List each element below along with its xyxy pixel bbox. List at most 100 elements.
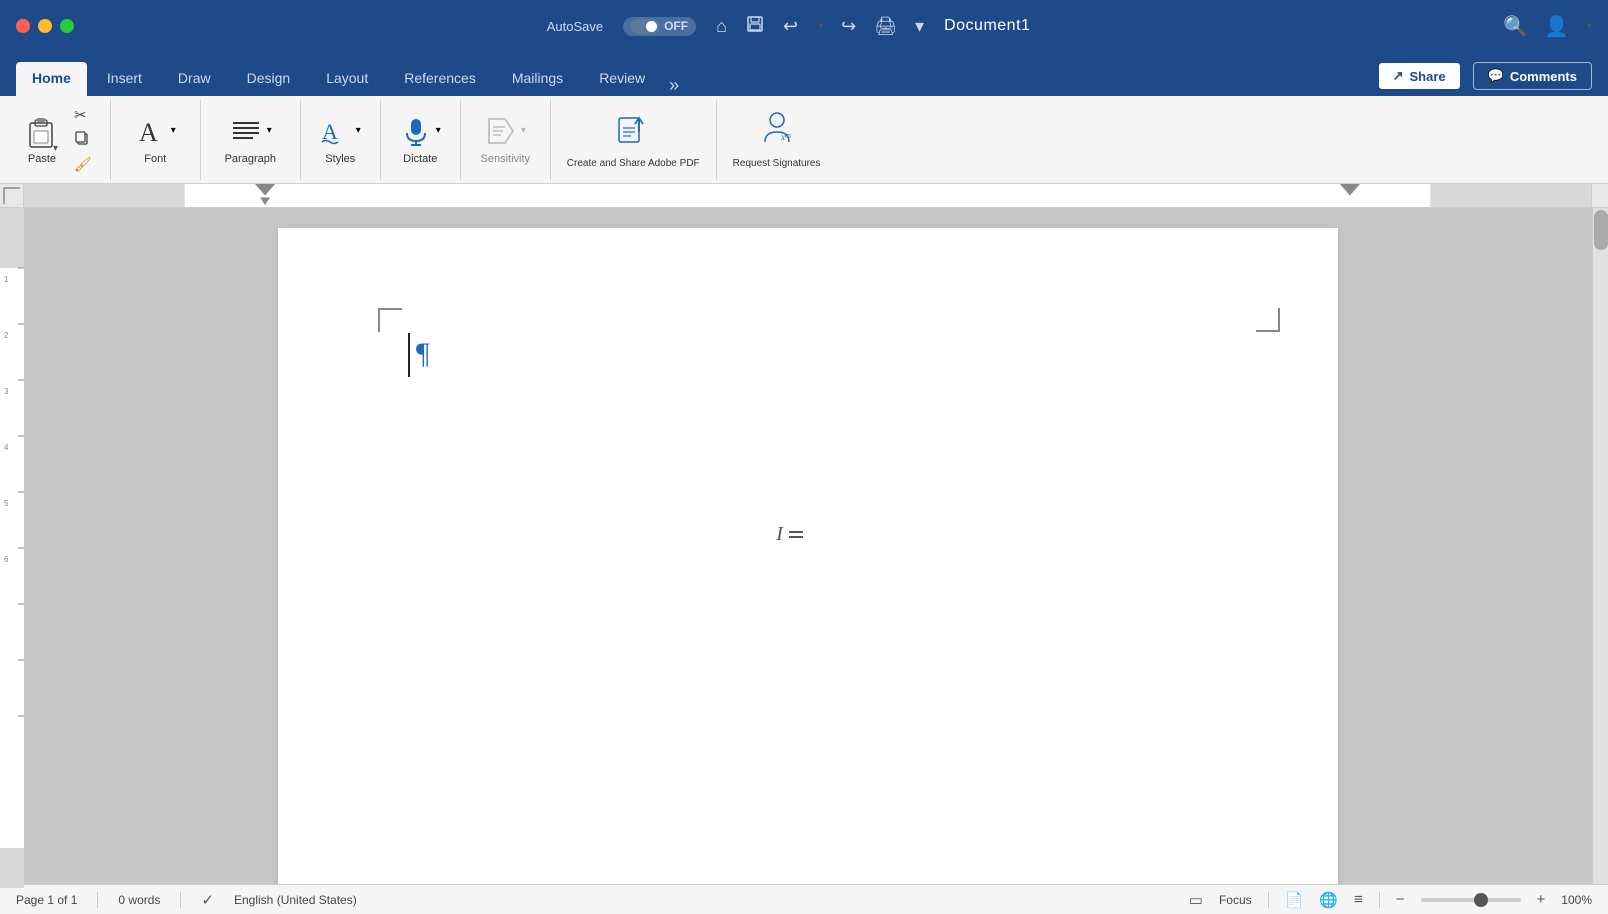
cursor-line bbox=[408, 333, 410, 377]
styles-dropdown-arrow[interactable]: ▾ bbox=[356, 125, 361, 136]
page-count: Page 1 of 1 bbox=[16, 893, 77, 907]
vertical-scrollbar[interactable] bbox=[1592, 208, 1608, 884]
svg-text:1: 1 bbox=[4, 275, 9, 284]
margin-marker-tl bbox=[378, 308, 402, 332]
ruler-horizontal bbox=[24, 184, 1592, 207]
account-dropdown-icon[interactable]: ▾ bbox=[1587, 21, 1592, 32]
status-divider-3 bbox=[1268, 892, 1269, 908]
tab-mailings[interactable]: Mailings bbox=[496, 62, 579, 96]
status-divider-4 bbox=[1379, 892, 1380, 908]
web-layout-icon[interactable]: 🌐 bbox=[1319, 891, 1338, 909]
svg-text:4: 4 bbox=[4, 443, 9, 452]
zoom-percent[interactable]: 100% bbox=[1561, 893, 1592, 907]
pilcrow-symbol: ¶ bbox=[416, 337, 430, 371]
word-count: 0 words bbox=[118, 893, 160, 907]
i-cursor-icon: I bbox=[776, 523, 783, 546]
adobe-group: Create and Share Adobe PDF bbox=[551, 100, 717, 180]
document-page[interactable]: ¶ I bbox=[278, 228, 1338, 884]
copy-icon[interactable] bbox=[72, 128, 94, 152]
svg-text:▾: ▾ bbox=[53, 143, 58, 151]
tab-review[interactable]: Review bbox=[583, 62, 661, 96]
paste-icon: ▾ bbox=[24, 115, 60, 151]
ruler-svg bbox=[24, 184, 1591, 207]
print-layout-icon[interactable]: 📄 bbox=[1285, 891, 1304, 909]
focus-mode-icon[interactable]: ▭ bbox=[1189, 891, 1203, 909]
paragraph-button[interactable]: ▾ bbox=[229, 115, 272, 147]
title-bar: AutoSave OFF ⌂ ↩ ▾ ↪ 🖨 bbox=[0, 0, 1608, 52]
svg-text:m: m bbox=[785, 133, 791, 140]
tab-references[interactable]: References bbox=[388, 62, 492, 96]
font-button[interactable]: A ▾ bbox=[135, 115, 176, 147]
undo-dropdown-icon[interactable]: ▾ bbox=[818, 21, 823, 32]
save-icon[interactable] bbox=[745, 14, 765, 39]
cut-icon[interactable]: ✂ bbox=[72, 104, 94, 126]
ribbon-nav-right: ↗ Share 💬 Comments bbox=[1378, 62, 1592, 96]
account-icon[interactable]: 👤 bbox=[1544, 14, 1569, 39]
tab-design[interactable]: Design bbox=[231, 62, 307, 96]
font-group: A ▾ Font bbox=[111, 100, 201, 180]
outline-icon[interactable]: ≡ bbox=[1354, 891, 1363, 908]
close-button[interactable] bbox=[16, 19, 30, 33]
styles-label: Styles bbox=[325, 153, 355, 165]
customize-icon[interactable]: ▾ bbox=[915, 16, 924, 37]
zoom-in-icon[interactable]: + bbox=[1537, 891, 1546, 908]
share-button[interactable]: ↗ Share bbox=[1378, 62, 1461, 90]
ribbon-toolbar: ▾ Paste ✂ 🖌 A ▾ Font bbox=[0, 96, 1608, 184]
home-icon[interactable]: ⌂ bbox=[716, 16, 727, 37]
request-signatures-icon: x m bbox=[757, 110, 797, 146]
styles-icon: A bbox=[320, 115, 352, 147]
content-area: 1 2 3 4 5 6 ¶ I bbox=[0, 208, 1608, 884]
paste-label: Paste bbox=[28, 153, 56, 165]
tab-home[interactable]: Home bbox=[16, 62, 87, 96]
print-icon[interactable]: 🖨 bbox=[874, 16, 897, 37]
title-bar-icons: ⌂ ↩ ▾ ↪ 🖨 ▾ bbox=[716, 14, 924, 39]
dictate-button[interactable]: ▾ bbox=[400, 115, 441, 147]
proofing-icon[interactable]: ✓ bbox=[201, 891, 214, 909]
paste-button[interactable]: ▾ Paste bbox=[16, 109, 68, 171]
autosave-label: AutoSave bbox=[547, 19, 603, 34]
maximize-button[interactable] bbox=[60, 19, 74, 33]
autosave-state: OFF bbox=[664, 19, 688, 33]
dictate-dropdown-arrow[interactable]: ▾ bbox=[436, 125, 441, 136]
dictate-group: ▾ Dictate bbox=[381, 100, 461, 180]
ruler-corner-icon[interactable] bbox=[0, 184, 24, 208]
sensitivity-label: Sensitivity bbox=[481, 153, 531, 165]
status-divider-1 bbox=[97, 892, 98, 908]
sensitivity-button[interactable]: ▾ bbox=[485, 115, 526, 147]
more-tabs-button[interactable]: » bbox=[665, 75, 683, 96]
tab-draw[interactable]: Draw bbox=[162, 62, 227, 96]
status-bar-right: ▭ Focus 📄 🌐 ≡ − + 100% bbox=[1189, 891, 1592, 909]
adobe-button[interactable] bbox=[613, 110, 653, 151]
sensitivity-group: ▾ Sensitivity bbox=[461, 100, 551, 180]
format-painter-icon[interactable]: 🖌 bbox=[72, 154, 94, 175]
autosave-toggle[interactable]: OFF bbox=[623, 17, 696, 36]
document-scroll[interactable]: ¶ I bbox=[24, 208, 1592, 884]
paragraph-dropdown-arrow[interactable]: ▾ bbox=[267, 125, 272, 136]
request-signatures-button[interactable]: x m bbox=[757, 110, 797, 151]
tab-insert[interactable]: Insert bbox=[91, 62, 158, 96]
page-text-cursor: I bbox=[776, 523, 803, 546]
cursor-lines bbox=[789, 531, 803, 538]
ribbon-nav: Home Insert Draw Design Layout Reference… bbox=[0, 52, 1608, 96]
scrollbar-thumb[interactable] bbox=[1594, 210, 1608, 250]
comments-button[interactable]: 💬 Comments bbox=[1473, 62, 1592, 90]
minimize-button[interactable] bbox=[38, 19, 52, 33]
tab-layout[interactable]: Layout bbox=[310, 62, 384, 96]
comments-icon: 💬 bbox=[1488, 68, 1504, 84]
language-label[interactable]: English (United States) bbox=[234, 893, 357, 907]
share-icon: ↗ bbox=[1393, 68, 1404, 84]
search-icon[interactable]: 🔍 bbox=[1503, 14, 1528, 39]
sensitivity-dropdown-arrow[interactable]: ▾ bbox=[521, 125, 526, 136]
zoom-out-icon[interactable]: − bbox=[1396, 891, 1405, 908]
styles-group: A ▾ Styles bbox=[301, 100, 381, 180]
title-bar-center: AutoSave OFF ⌂ ↩ ▾ ↪ 🖨 bbox=[86, 14, 1491, 39]
zoom-slider[interactable] bbox=[1421, 898, 1521, 902]
sensitivity-icon bbox=[485, 115, 517, 147]
styles-button[interactable]: A ▾ bbox=[320, 115, 361, 147]
undo-icon[interactable]: ↩ bbox=[783, 16, 798, 37]
status-bar: Page 1 of 1 0 words ✓ English (United St… bbox=[0, 884, 1608, 914]
redo-icon[interactable]: ↪ bbox=[841, 16, 856, 37]
font-dropdown-arrow[interactable]: ▾ bbox=[171, 125, 176, 136]
zoom-thumb[interactable] bbox=[1474, 893, 1488, 907]
focus-label[interactable]: Focus bbox=[1219, 893, 1252, 907]
